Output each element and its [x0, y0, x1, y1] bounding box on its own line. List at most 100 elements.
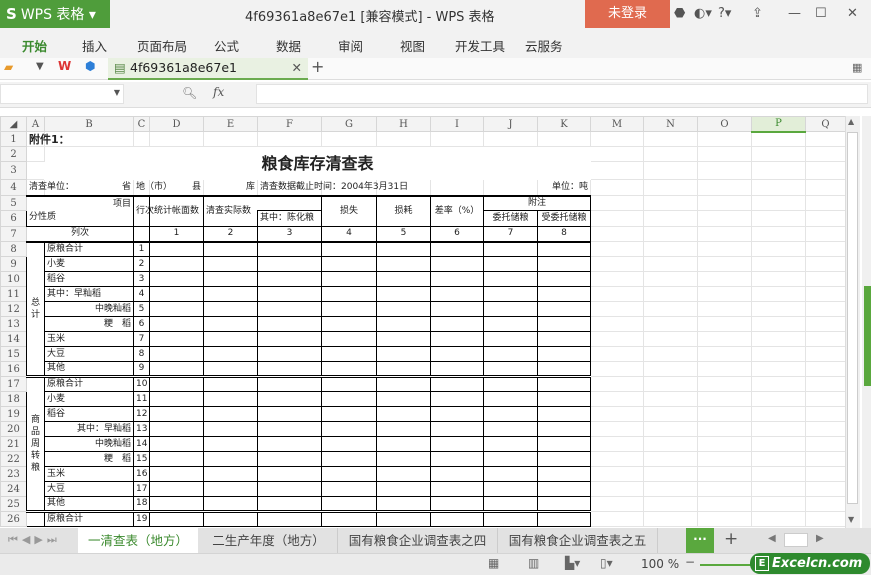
cell[interactable]: [257, 301, 322, 317]
cell[interactable]: [483, 496, 538, 512]
cell[interactable]: [376, 316, 431, 332]
select-all-corner[interactable]: ◢: [0, 116, 27, 132]
cell[interactable]: [321, 375, 377, 392]
cell[interactable]: [257, 241, 322, 257]
cell[interactable]: [149, 316, 204, 332]
cell[interactable]: [643, 271, 698, 287]
cell[interactable]: [697, 481, 752, 497]
column-header[interactable]: P: [751, 116, 806, 133]
cube-icon[interactable]: ⬢: [85, 59, 95, 73]
cell[interactable]: [643, 195, 698, 211]
cell[interactable]: [643, 210, 698, 227]
cell[interactable]: [430, 131, 484, 147]
hscroll-right-icon[interactable]: ▶: [816, 533, 824, 544]
cell[interactable]: [805, 496, 845, 512]
cell[interactable]: [805, 451, 845, 467]
cell[interactable]: [590, 511, 644, 527]
menu-item[interactable]: 页面布局: [137, 36, 187, 55]
cell[interactable]: [590, 361, 644, 377]
cell[interactable]: [805, 179, 845, 196]
cell[interactable]: [590, 226, 644, 242]
cell[interactable]: [537, 286, 591, 302]
cell[interactable]: 损耗: [376, 194, 431, 227]
row-header[interactable]: 1: [0, 131, 27, 147]
cell[interactable]: [805, 241, 845, 257]
cell[interactable]: [590, 146, 644, 162]
cell[interactable]: [257, 131, 322, 147]
cell[interactable]: [697, 331, 752, 347]
cell[interactable]: [321, 406, 377, 422]
share-icon[interactable]: ⇪: [752, 6, 763, 21]
cell[interactable]: [537, 346, 591, 362]
column-header[interactable]: H: [376, 116, 431, 132]
cell[interactable]: [590, 406, 644, 422]
cell[interactable]: [643, 451, 698, 467]
cell[interactable]: [697, 466, 752, 482]
normal-view-icon[interactable]: ▦: [488, 556, 499, 570]
cell[interactable]: 7: [483, 226, 538, 243]
cell[interactable]: [149, 286, 204, 302]
cell[interactable]: 9: [133, 361, 150, 377]
cell[interactable]: [590, 481, 644, 497]
cell[interactable]: [483, 316, 538, 332]
cell[interactable]: [537, 131, 591, 147]
cell[interactable]: [26, 510, 45, 527]
cell[interactable]: [590, 271, 644, 287]
cell[interactable]: [483, 436, 538, 452]
cell[interactable]: [537, 466, 591, 482]
cell[interactable]: [751, 346, 806, 362]
cell[interactable]: 13: [133, 421, 150, 437]
cell[interactable]: [697, 361, 752, 377]
cell[interactable]: [590, 316, 644, 332]
cell[interactable]: [376, 510, 431, 527]
cell[interactable]: [257, 271, 322, 287]
cell[interactable]: [751, 195, 806, 211]
cell[interactable]: [133, 131, 150, 147]
cell[interactable]: [430, 346, 484, 362]
cell[interactable]: [321, 510, 377, 527]
cell[interactable]: [590, 466, 644, 482]
cell[interactable]: [257, 375, 322, 392]
cell[interactable]: [751, 466, 806, 482]
cell[interactable]: [257, 346, 322, 362]
cell[interactable]: 大豆: [44, 346, 134, 362]
cell[interactable]: [430, 375, 484, 392]
cell[interactable]: [376, 421, 431, 437]
cell[interactable]: [751, 256, 806, 272]
cell[interactable]: [643, 391, 698, 407]
cell[interactable]: 稻谷: [44, 406, 134, 422]
cell[interactable]: [483, 361, 538, 377]
cell[interactable]: 其中：早籼稻: [44, 286, 134, 302]
cell[interactable]: [805, 161, 845, 180]
cell[interactable]: [643, 421, 698, 437]
cell[interactable]: [376, 406, 431, 422]
group-label[interactable]: 总计: [26, 241, 45, 377]
zoom-formula-icon[interactable]: 🔍︎: [182, 86, 197, 100]
cell[interactable]: 2: [133, 256, 150, 272]
cell[interactable]: [805, 226, 845, 242]
side-panel-toggle[interactable]: [864, 286, 871, 386]
cell[interactable]: [805, 376, 845, 392]
cell[interactable]: 中晚籼稻: [44, 436, 134, 452]
cell[interactable]: [321, 256, 377, 272]
cell[interactable]: [149, 481, 204, 497]
cell[interactable]: [751, 391, 806, 407]
cell[interactable]: [203, 451, 258, 467]
cell[interactable]: [483, 451, 538, 467]
cell[interactable]: [643, 496, 698, 512]
cell[interactable]: 3: [133, 271, 150, 287]
cell[interactable]: [643, 179, 698, 196]
cell[interactable]: [321, 481, 377, 497]
cell[interactable]: [751, 496, 806, 512]
cell[interactable]: 4: [321, 226, 377, 243]
cell[interactable]: [149, 436, 204, 452]
column-header[interactable]: E: [203, 116, 258, 132]
row-header[interactable]: 14: [0, 331, 27, 347]
cell[interactable]: [537, 271, 591, 287]
cell[interactable]: 地（市）: [133, 179, 172, 196]
cell[interactable]: [590, 391, 644, 407]
cell[interactable]: [697, 496, 752, 512]
cell[interactable]: [483, 466, 538, 482]
cell[interactable]: [430, 331, 484, 347]
cell[interactable]: [805, 346, 845, 362]
